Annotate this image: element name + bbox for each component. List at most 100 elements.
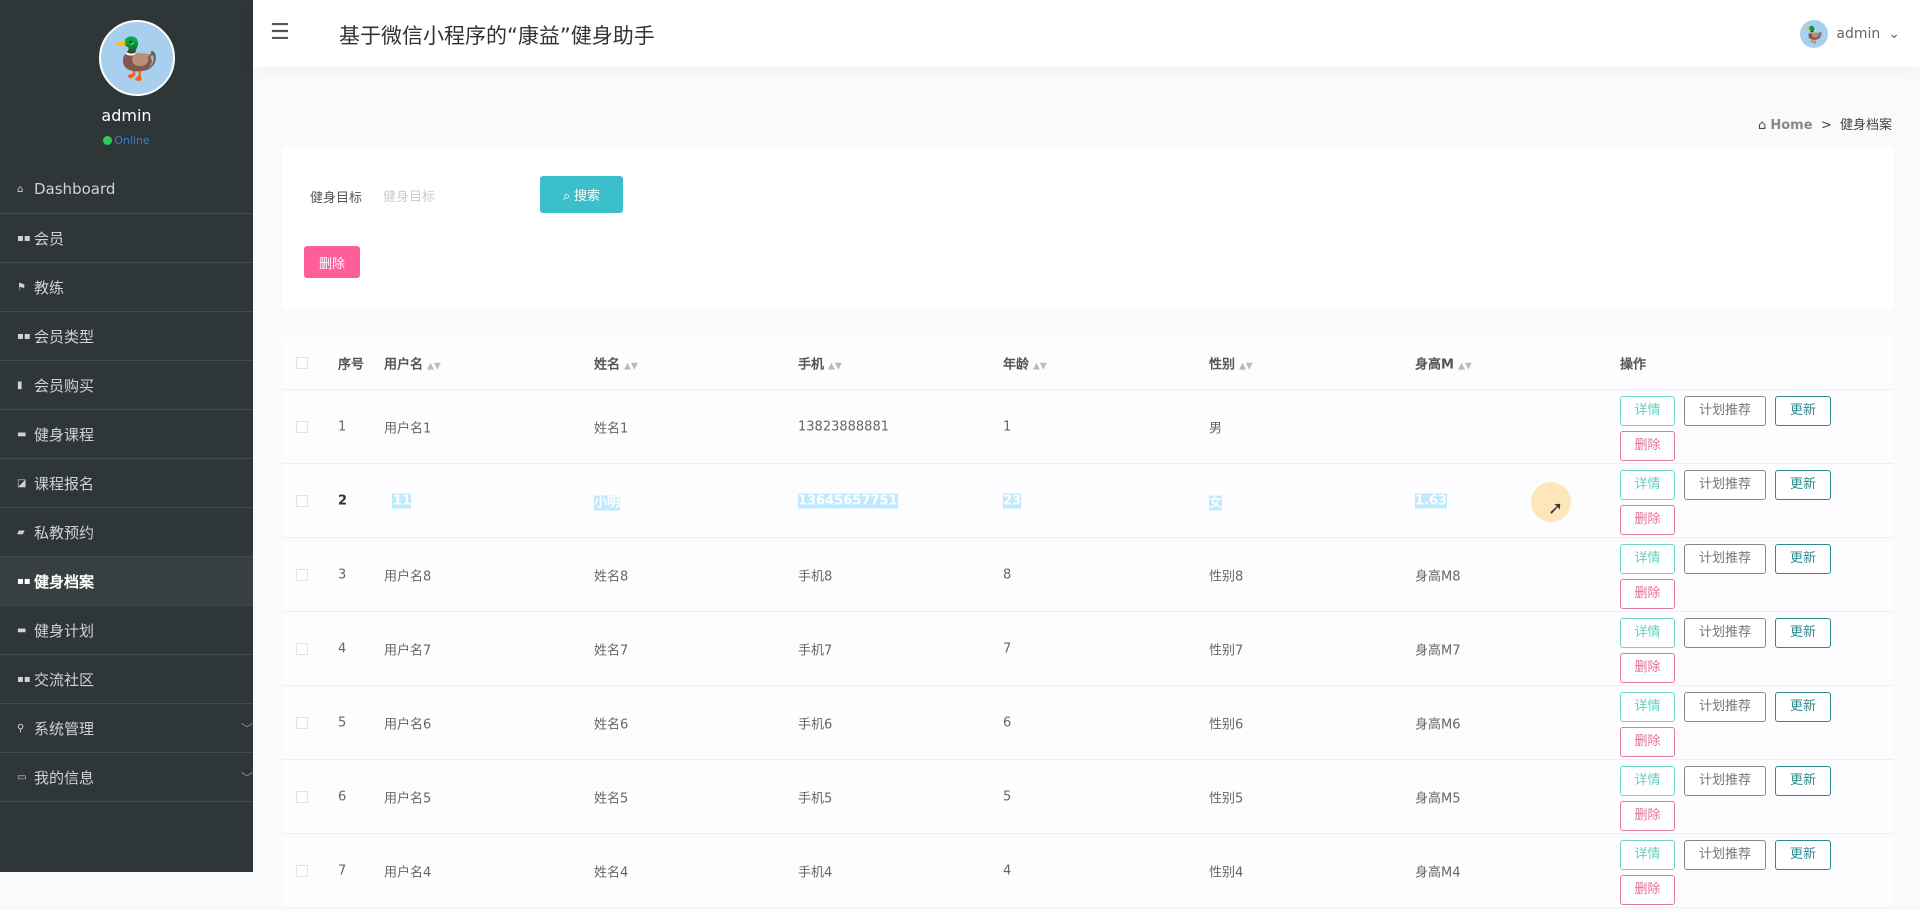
sidebar-item-0[interactable]: ⌂ Dashboard [0, 165, 253, 214]
row-actions: 详情 计划推荐 更新删除 [1620, 618, 1850, 688]
search-button[interactable]: ⌕ 搜索 [540, 176, 623, 213]
sidebar-item-label: 课程报名 [34, 474, 95, 493]
detail-button[interactable]: 详情 [1620, 766, 1675, 796]
cell-phone: 手机6 [798, 717, 833, 732]
detail-button[interactable]: 详情 [1620, 470, 1675, 500]
user-menu[interactable]: 🦆 admin ⌄ [1800, 20, 1900, 48]
plan-recommend-button[interactable]: 计划推荐 [1684, 618, 1766, 648]
status-dot-icon [103, 136, 113, 145]
sidebar-item-1[interactable]: ▪▪ 会员 [0, 214, 253, 263]
row-checkbox[interactable] [296, 494, 308, 507]
select-all-checkbox[interactable] [296, 357, 308, 369]
flag-icon: ⚑ [17, 281, 26, 293]
sidebar-item-12[interactable]: ▭ 我的信息 ﹀ [0, 753, 253, 802]
cell-gender: 性别8 [1209, 569, 1244, 584]
plan-recommend-button[interactable]: 计划推荐 [1684, 544, 1766, 574]
sidebar-item-6[interactable]: ◪ 课程报名 [0, 459, 253, 508]
update-button[interactable]: 更新 [1775, 766, 1831, 796]
sidebar-item-4[interactable]: ▮ 会员购买 [0, 361, 253, 410]
cell-age: 23 [1003, 493, 1022, 508]
update-button[interactable]: 更新 [1775, 470, 1831, 500]
row-checkbox[interactable] [296, 716, 308, 729]
table-row: 3 用户名8 姓名8 手机8 8 性别8 身高M8 详情 计划推荐 更新 删除 [282, 538, 1893, 612]
sidebar-item-7[interactable]: ▰ 私教预约 [0, 508, 253, 557]
cell-phone: 手机4 [798, 865, 833, 880]
plan-recommend-button[interactable]: 计划推荐 [1684, 840, 1766, 870]
sort-icon: ▲▼ [624, 361, 638, 372]
col-gender[interactable]: 性别 ▲▼ [1209, 354, 1253, 373]
cell-age: 7 [1003, 641, 1012, 656]
search-label: 健身目标 [310, 191, 363, 206]
col-actions: 操作 [1620, 357, 1647, 373]
cell-index: 4 [338, 641, 347, 656]
sidebar-item-2[interactable]: ⚑ 教练 [0, 263, 253, 312]
update-button[interactable]: 更新 [1775, 396, 1831, 426]
col-age[interactable]: 年龄 ▲▼ [1003, 354, 1047, 373]
cell-age: 4 [1003, 863, 1012, 878]
update-button[interactable]: 更新 [1775, 840, 1831, 870]
detail-button[interactable]: 详情 [1620, 840, 1675, 870]
sidebar-item-11[interactable]: ⚲ 系统管理 ﹀ [0, 704, 253, 753]
menu-toggle-icon[interactable]: ☰ [270, 20, 290, 45]
breadcrumb: ⌂ Home > 健身档案 [1758, 114, 1892, 133]
cell-gender: 男 [1209, 421, 1223, 436]
delete-button[interactable]: 删除 [1620, 653, 1675, 683]
plan-recommend-button[interactable]: 计划推荐 [1684, 470, 1766, 500]
delete-button[interactable]: 删除 [1620, 431, 1675, 461]
row-actions: 详情 计划推荐 更新删除 [1620, 396, 1850, 466]
row-checkbox[interactable] [296, 568, 308, 581]
row-checkbox[interactable] [296, 864, 308, 877]
row-checkbox[interactable] [296, 642, 308, 655]
delete-button[interactable]: 删除 [1620, 505, 1675, 535]
sidebar-item-label: Dashboard [34, 180, 116, 198]
online-status: Online [0, 134, 253, 147]
detail-button[interactable]: 详情 [1620, 544, 1675, 574]
row-checkbox[interactable] [296, 420, 308, 433]
delete-button[interactable]: 删除 [1620, 727, 1675, 757]
delete-button[interactable]: 删除 [1620, 579, 1675, 609]
avatar: 🦆 [1800, 20, 1829, 48]
mouse-cursor-icon: ➚ [1548, 498, 1564, 519]
sidebar-item-8[interactable]: ▪▪ 健身档案 [0, 557, 253, 606]
sidebar-item-9[interactable]: ▬ 健身计划 [0, 606, 253, 655]
detail-button[interactable]: 详情 [1620, 618, 1675, 648]
plan-recommend-button[interactable]: 计划推荐 [1684, 396, 1766, 426]
cell-height: 身高M6 [1415, 717, 1461, 732]
sidebar-menu: ⌂ Dashboard ▪▪ 会员 ⚑ 教练 ▪▪ 会员类型 ▮ 会员购买 ▬ 健身课程 ◪ 课程报名 ▰ 私… [0, 165, 253, 802]
row-checkbox[interactable] [296, 790, 308, 803]
breadcrumb-home[interactable]: Home [1770, 118, 1812, 133]
delete-button[interactable]: 删除 [1620, 801, 1675, 831]
update-button[interactable]: 更新 [1775, 692, 1831, 722]
col-height[interactable]: 身高M ▲▼ [1415, 354, 1472, 373]
cell-age: 6 [1003, 715, 1012, 730]
sidebar-item-3[interactable]: ▪▪ 会员类型 [0, 312, 253, 361]
sidebar-item-label: 系统管理 [34, 719, 95, 738]
plan-recommend-button[interactable]: 计划推荐 [1684, 766, 1766, 796]
update-button[interactable]: 更新 [1775, 618, 1831, 648]
search-input[interactable] [377, 179, 527, 213]
table-row: 6 用户名5 姓名5 手机5 5 性别5 身高M5 详情 计划推荐 更新 删除 [282, 760, 1893, 834]
cell-height: 身高M5 [1415, 791, 1461, 806]
sidebar-item-label: 健身计划 [34, 621, 95, 640]
table-row: 7 用户名4 姓名4 手机4 4 性别4 身高M4 详情 计划推荐 更新 删除 [282, 834, 1893, 908]
batch-delete-button[interactable]: 删除 [304, 246, 360, 278]
detail-button[interactable]: 详情 [1620, 396, 1675, 426]
sort-icon: ▲▼ [828, 361, 842, 372]
cell-username: 用户名5 [384, 791, 432, 806]
table-row: 1 用户名1 姓名1 13823888881 1 男 详情 计划推荐 更新 删除 [282, 390, 1893, 464]
sidebar-item-10[interactable]: ▪▪ 交流社区 [0, 655, 253, 704]
cell-height: 身高M7 [1415, 643, 1461, 658]
detail-button[interactable]: 详情 [1620, 692, 1675, 722]
cell-name: 姓名8 [594, 569, 629, 584]
plan-recommend-button[interactable]: 计划推荐 [1684, 692, 1766, 722]
col-name[interactable]: 姓名 ▲▼ [594, 354, 638, 373]
cell-age: 1 [1003, 419, 1012, 434]
user-icon: ⚲ [17, 722, 25, 734]
col-username[interactable]: 用户名 ▲▼ [384, 354, 441, 373]
row-actions: 详情 计划推荐 更新删除 [1620, 470, 1850, 540]
clipboard-icon: ▮ [17, 379, 23, 391]
delete-button[interactable]: 删除 [1620, 875, 1675, 905]
update-button[interactable]: 更新 [1775, 544, 1831, 574]
sidebar-item-5[interactable]: ▬ 健身课程 [0, 410, 253, 459]
col-phone[interactable]: 手机 ▲▼ [798, 354, 842, 373]
